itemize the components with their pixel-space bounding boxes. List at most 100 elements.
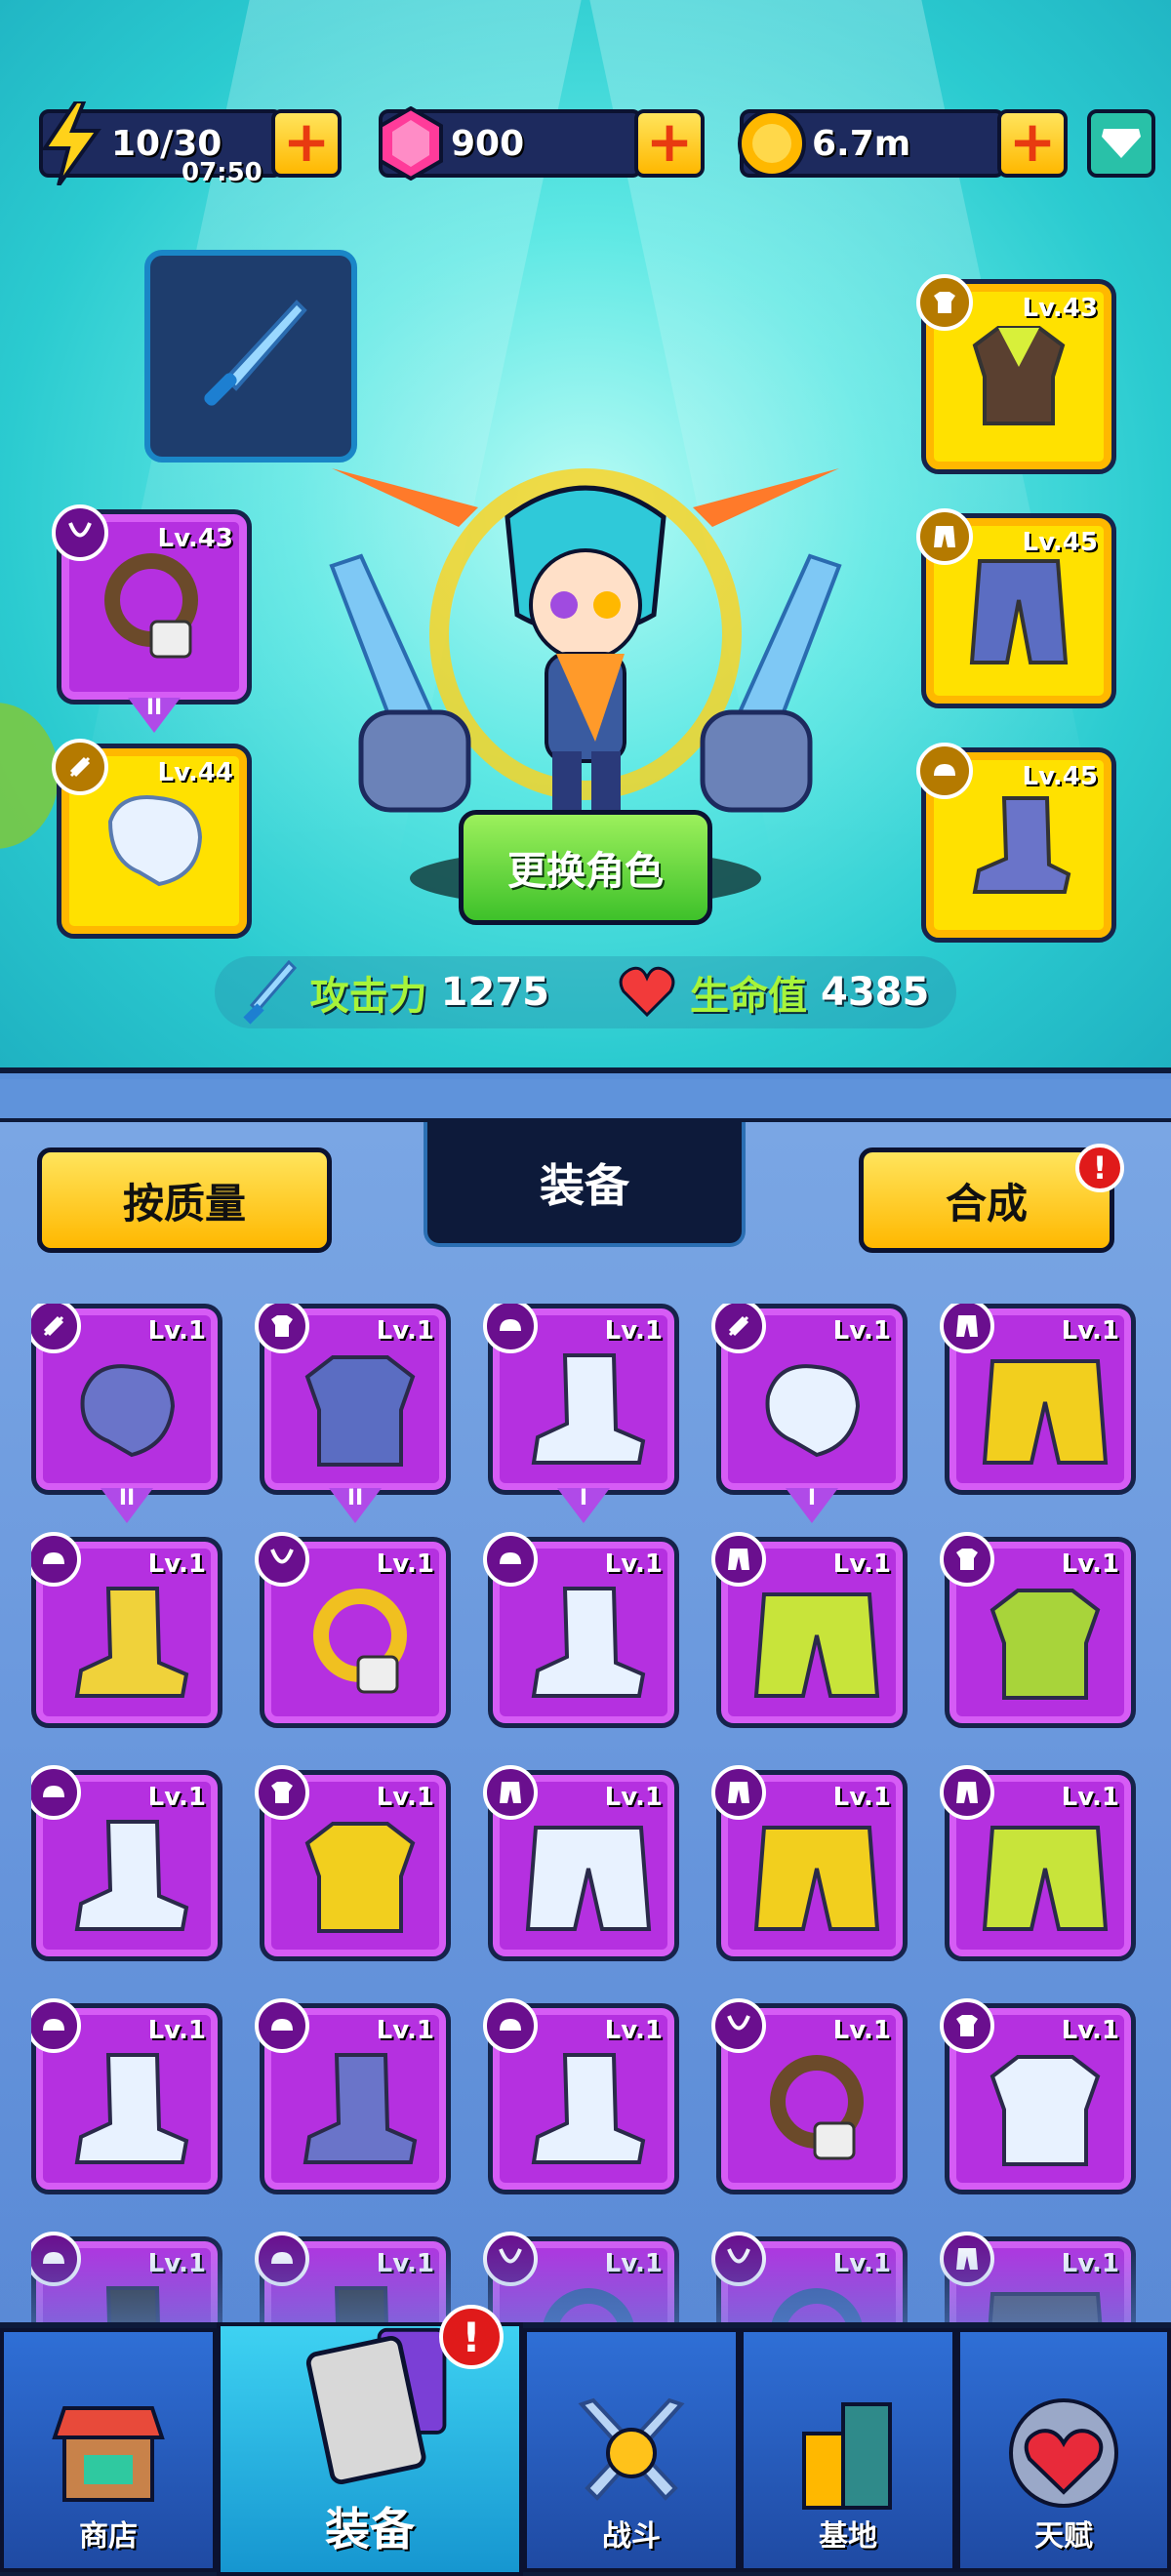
settings-menu-button[interactable] [1087, 109, 1155, 178]
item-level: Lv.1 [147, 1316, 206, 1346]
tier-indicator: II [101, 1488, 153, 1523]
inventory-item-boots[interactable]: Lv.1 [483, 1998, 679, 2194]
item-level: Lv.1 [147, 1550, 206, 1579]
coin-counter: 6.7m [738, 109, 1005, 178]
item-level: Lv.1 [604, 2016, 663, 2045]
necklace-icon [292, 1581, 428, 1708]
inventory-item-boots[interactable]: Lv.1 I [483, 1304, 679, 1523]
merge-alert-badge: ! [1075, 1144, 1124, 1192]
item-level: Lv.1 [604, 1316, 663, 1346]
inventory-item-pants[interactable]: Lv.1 [483, 1765, 679, 1961]
hero-panel: 10/30 + 07:50 900 + 6.7m + Lv.43 II Lv.4… [0, 0, 1171, 1073]
glove-type-icon [52, 739, 108, 795]
coin-icon [732, 98, 812, 189]
necklace-slot[interactable]: Lv.43 II [52, 504, 252, 733]
necklace-icon [104, 553, 198, 659]
armor-icon [977, 1581, 1113, 1708]
hero-character[interactable] [303, 459, 868, 868]
boots-icon [972, 796, 1071, 894]
nav-talent[interactable]: 天赋 [956, 2328, 1171, 2572]
inventory-item-glove[interactable]: Lv.1 I [711, 1304, 908, 1523]
change-character-button[interactable]: 更换角色 [459, 810, 712, 925]
game-screen: 10/30 + 07:50 900 + 6.7m + Lv.43 II Lv.4… [0, 0, 1171, 2576]
crossed-swords-icon [578, 2397, 685, 2501]
inventory-item-armor[interactable]: Lv.1 [940, 1998, 1136, 2194]
hp-label: 生命值 [690, 974, 807, 1019]
inventory-item-boots[interactable]: Lv.1 [483, 1532, 679, 1728]
pants-type-icon [940, 1304, 994, 1353]
armor-icon [972, 326, 1066, 425]
boots-type-icon [31, 1998, 81, 2053]
necklace-icon [748, 2047, 885, 2174]
armor-level: Lv.43 [1022, 294, 1098, 323]
tier-indicator: I [786, 1488, 838, 1523]
inventory-item-boots[interactable]: Lv.1 [31, 1998, 222, 2194]
sort-by-quality-button[interactable]: 按质量 [37, 1147, 332, 1253]
gem-value: 900 [451, 123, 525, 164]
armor-type-icon [940, 1532, 994, 1587]
glove-icon [748, 1348, 885, 1474]
diamond-icon [1102, 129, 1141, 158]
glove-type-icon [31, 1304, 81, 1353]
weapon-slot[interactable] [144, 250, 357, 463]
shop-icon [52, 2406, 165, 2502]
add-gems-button[interactable]: + [634, 109, 705, 178]
inventory-item-pants[interactable]: Lv.1 [940, 1765, 1136, 1961]
item-level: Lv.1 [832, 1550, 891, 1579]
building-icon [802, 2402, 892, 2510]
hero-stats: 攻击力 1275 生命值 4385 [215, 956, 956, 1028]
pants-slot[interactable]: Lv.45 [916, 508, 1116, 708]
boots-icon [63, 1814, 200, 1941]
inventory-item-armor[interactable]: Lv.1 II [255, 1304, 451, 1523]
inventory-item-armor[interactable]: Lv.1 [255, 1765, 451, 1961]
pants-icon [977, 1814, 1113, 1941]
inventory-item-boots[interactable]: Lv.1 [31, 1765, 222, 1961]
nav-battle[interactable]: 战斗 [523, 2328, 740, 2572]
inventory-item-pants[interactable]: Lv.1 [940, 1304, 1136, 1495]
glove-icon [107, 795, 203, 887]
heart-shield-icon [1009, 2398, 1118, 2508]
inventory-item-glove[interactable]: Lv.1 II [31, 1304, 222, 1523]
boots-type-icon [483, 1304, 538, 1353]
boots-type-icon [31, 1765, 81, 1820]
attack-value: 1275 [440, 970, 549, 1015]
armor-type-icon [255, 1765, 309, 1820]
armor-slot[interactable]: Lv.43 [916, 274, 1116, 474]
knife-icon [204, 300, 307, 406]
tier-indicator: II [329, 1488, 382, 1523]
nav-shop[interactable]: 商店 [0, 2328, 217, 2572]
item-level: Lv.1 [604, 1783, 663, 1812]
glove-slot[interactable]: Lv.44 [52, 739, 252, 939]
equipment-alert-badge: ! [439, 2305, 504, 2369]
nav-base[interactable]: 基地 [740, 2328, 956, 2572]
boots-slot[interactable]: Lv.45 [916, 743, 1116, 943]
inventory-item-boots[interactable]: Lv.1 [31, 1532, 222, 1728]
heart-icon [619, 966, 675, 1018]
boots-type-icon [31, 1532, 81, 1587]
inventory-item-pants[interactable]: Lv.1 [711, 1532, 908, 1728]
add-coins-button[interactable]: + [997, 109, 1068, 178]
nav-battle-label: 战斗 [602, 2519, 661, 2554]
nav-shop-label: 商店 [79, 2519, 138, 2554]
item-level: Lv.1 [604, 1550, 663, 1579]
item-level: Lv.1 [1061, 1783, 1119, 1812]
inventory-item-necklace[interactable]: Lv.1 [711, 1998, 908, 2194]
equipment-cards-icon [305, 2327, 447, 2484]
inventory-item-necklace[interactable]: Lv.1 [255, 1532, 451, 1728]
nav-base-label: 基地 [819, 2519, 877, 2554]
inventory-item-armor[interactable]: Lv.1 [940, 1532, 1136, 1728]
pants-icon [748, 1581, 885, 1708]
boots-icon [292, 2047, 428, 2174]
tier-indicator: I [557, 1488, 610, 1523]
pants-type-icon [916, 508, 973, 565]
add-energy-button[interactable]: + [271, 109, 342, 178]
armor-icon [977, 2047, 1113, 2174]
inventory-item-boots[interactable]: Lv.1 [255, 1998, 451, 2194]
boots-icon [520, 1581, 657, 1708]
armor-type-icon [916, 274, 973, 331]
inventory-item-pants[interactable]: Lv.1 [711, 1765, 908, 1961]
hp-stat: 生命值 4385 [618, 964, 929, 1021]
item-level: Lv.1 [376, 1316, 434, 1346]
side-event-badge[interactable] [0, 703, 59, 849]
boots-type-icon [916, 743, 973, 799]
